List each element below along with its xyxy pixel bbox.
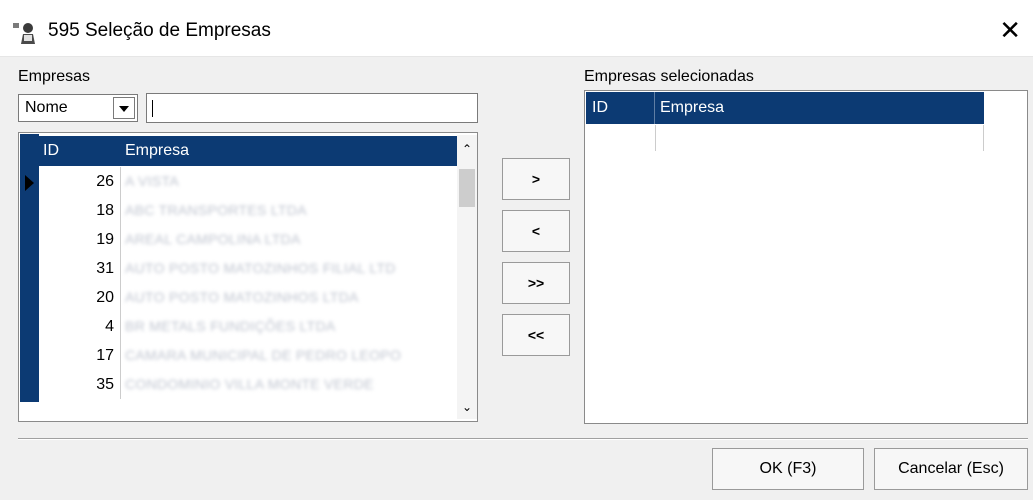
- selected-grid-header: ID Empresa: [586, 92, 984, 124]
- table-row[interactable]: 4 BR METALS FUNDIÇÕES LTDA: [39, 312, 457, 341]
- window-title: 595 Seleção de Empresas: [48, 20, 271, 41]
- table-row[interactable]: 18 ABC TRANSPORTES LTDA: [39, 196, 457, 225]
- add-selected-button[interactable]: >: [502, 158, 570, 200]
- title-bar: 595 Seleção de Empresas ✕: [0, 0, 1033, 57]
- column-header-empresa[interactable]: Empresa: [660, 99, 724, 117]
- column-header-empresa[interactable]: Empresa: [125, 142, 189, 160]
- cell-divider: [120, 312, 121, 341]
- app-person-icon: [13, 23, 35, 44]
- row-id: 26: [96, 173, 114, 190]
- column-header-id[interactable]: ID: [43, 142, 59, 160]
- cell-divider: [120, 225, 121, 254]
- ok-button[interactable]: OK (F3): [712, 448, 864, 490]
- cancel-button[interactable]: Cancelar (Esc): [874, 448, 1028, 490]
- remove-all-button[interactable]: <<: [502, 314, 570, 356]
- text-caret: [152, 100, 153, 117]
- cell-divider: [655, 125, 656, 151]
- cell-divider: [120, 283, 121, 312]
- search-input[interactable]: [146, 93, 478, 123]
- row-id: 4: [105, 318, 114, 335]
- cell-divider: [120, 370, 121, 399]
- cell-divider: [120, 254, 121, 283]
- table-row[interactable]: 20 AUTO POSTO MATOZINHOS LTDA: [39, 283, 457, 312]
- table-row[interactable]: 35 CONDOMINIO VILLA MONTE VERDE: [39, 370, 457, 399]
- cell-divider: [120, 341, 121, 370]
- column-divider: [654, 92, 655, 124]
- row-company-name: AUTO POSTO MATOZINHOS LTDA: [125, 289, 359, 305]
- scrollbar-thumb[interactable]: [459, 169, 475, 207]
- row-id: 17: [96, 347, 114, 364]
- row-company-name: BR METALS FUNDIÇÕES LTDA: [125, 318, 336, 334]
- row-id: 19: [96, 231, 114, 248]
- row-id: 35: [96, 376, 114, 393]
- selected-companies-label: Empresas selecionadas: [584, 68, 754, 85]
- remove-selected-button[interactable]: <: [502, 210, 570, 252]
- row-id: 31: [96, 260, 114, 277]
- row-company-name: CONDOMINIO VILLA MONTE VERDE: [125, 376, 374, 392]
- row-company-name: A VISTA: [125, 173, 179, 189]
- close-icon[interactable]: ✕: [999, 17, 1021, 43]
- vertical-scrollbar[interactable]: ⌃ ⌄: [457, 135, 477, 419]
- scroll-down-icon[interactable]: ⌄: [461, 401, 473, 413]
- grid-header: ID Empresa: [39, 136, 457, 166]
- cell-divider: [983, 125, 984, 151]
- current-row-pointer-icon: [25, 175, 34, 191]
- table-row[interactable]: 31 AUTO POSTO MATOZINHOS FILIAL LTD: [39, 254, 457, 283]
- grid-rows: 26 A VISTA 18 ABC TRANSPORTES LTDA 19 AR…: [39, 167, 457, 399]
- column-header-id[interactable]: ID: [592, 99, 608, 117]
- companies-grid[interactable]: ID Empresa 26 A VISTA 18 ABC TRANSPORTES…: [18, 132, 478, 422]
- selected-companies-grid[interactable]: ID Empresa: [584, 90, 1028, 424]
- row-company-name: CAMARA MUNICIPAL DE PEDRO LEOPO: [125, 347, 402, 363]
- row-id: 18: [96, 202, 114, 219]
- table-row[interactable]: 26 A VISTA: [39, 167, 457, 196]
- table-row[interactable]: 19 AREAL CAMPOLINA LTDA: [39, 225, 457, 254]
- cell-divider: [120, 167, 121, 196]
- add-all-button[interactable]: >>: [502, 262, 570, 304]
- row-company-name: AREAL CAMPOLINA LTDA: [125, 231, 301, 247]
- cell-divider: [120, 196, 121, 225]
- row-id: 20: [96, 289, 114, 306]
- filter-field-value: Nome: [25, 99, 68, 116]
- scroll-up-icon[interactable]: ⌃: [461, 143, 473, 155]
- row-company-name: ABC TRANSPORTES LTDA: [125, 202, 307, 218]
- chevron-down-icon[interactable]: [113, 97, 135, 119]
- footer-divider: [18, 438, 1028, 440]
- empresas-label: Empresas: [18, 68, 91, 85]
- row-company-name: AUTO POSTO MATOZINHOS FILIAL LTD: [125, 260, 396, 276]
- table-row[interactable]: 17 CAMARA MUNICIPAL DE PEDRO LEOPO: [39, 341, 457, 370]
- filter-field-select[interactable]: Nome: [18, 94, 138, 122]
